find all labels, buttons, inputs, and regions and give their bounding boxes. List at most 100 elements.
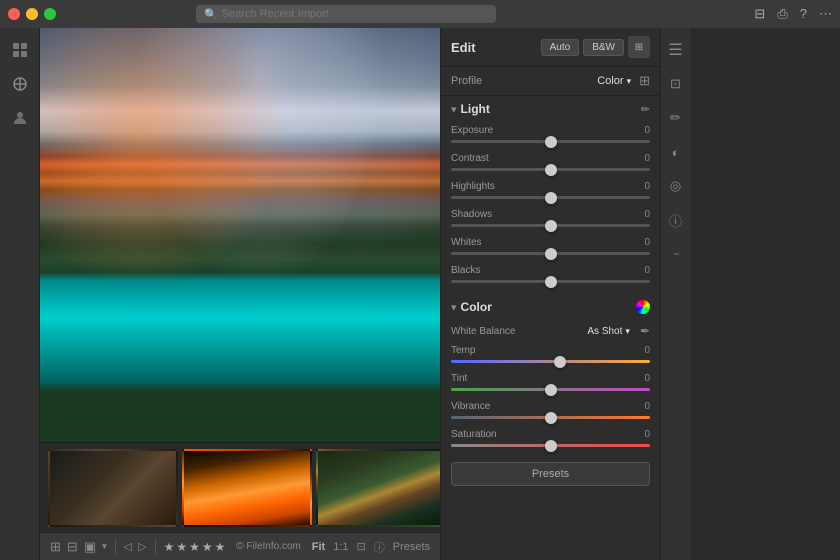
brush-panel-icon[interactable]: ✏ [662, 104, 690, 132]
white-balance-row: White Balance As Shot ▾ ✒ [441, 320, 660, 342]
center-content: ⊞ ⊟ ▣ ▾ ◁ ▷ ★ ★ ★ ★ ★ © FileInfo.com [40, 28, 440, 560]
star-4[interactable]: ★ [202, 540, 213, 554]
view-options-icon[interactable]: ▾ [102, 541, 107, 552]
star-2[interactable]: ★ [176, 540, 187, 554]
profile-value[interactable]: Color ▾ [597, 75, 631, 87]
shadows-slider-row: Shadows0 [441, 206, 660, 234]
blacks-label: Blacks [451, 265, 480, 276]
shadows-value: 0 [644, 209, 650, 220]
exposure-slider-row: Exposure 0 [441, 122, 660, 150]
search-bar[interactable]: 🔍 [196, 5, 496, 23]
settings-panel-icon[interactable]: ☰ [662, 36, 690, 64]
gradient-panel-icon[interactable]: ◐ [662, 138, 690, 166]
copyright: © FileInfo.com [236, 541, 301, 552]
edit-header: Edit Auto B&W ⊞ [441, 28, 660, 67]
left-sidebar [0, 28, 40, 560]
thumbnail-view-icon[interactable]: ⊟ [67, 539, 78, 555]
blacks-slider-row: Blacks 0 [441, 262, 660, 290]
prev-icon[interactable]: ◁ [124, 540, 132, 553]
highlights-thumb[interactable] [545, 192, 557, 204]
fit-label[interactable]: Fit [312, 541, 325, 553]
vibrance-slider-row: Vibrance0 [441, 398, 660, 426]
vibrance-track[interactable] [451, 416, 650, 419]
vibrance-thumb[interactable] [545, 412, 557, 424]
zoom-label[interactable]: 1:1 [333, 541, 348, 553]
auto-button[interactable]: Auto [541, 39, 580, 56]
highlights-label: Highlights [451, 181, 495, 192]
edit-buttons: Auto B&W [541, 39, 624, 56]
blacks-thumb[interactable] [545, 276, 557, 288]
blacks-track[interactable] [451, 280, 650, 283]
info-icon[interactable]: ? [800, 6, 807, 22]
contrast-track[interactable] [451, 168, 650, 171]
whites-slider-row: Whites0 [441, 234, 660, 262]
vibrance-label: Vibrance [451, 401, 490, 412]
color-section-header[interactable]: ▾ Color [441, 294, 660, 320]
saturation-thumb[interactable] [545, 440, 557, 452]
tint-track[interactable] [451, 388, 650, 391]
bw-button[interactable]: B&W [583, 39, 624, 56]
minimize-button[interactable] [26, 8, 38, 20]
temp-thumb[interactable] [554, 356, 566, 368]
collapse-arrow-color: ▾ [451, 301, 457, 314]
tint-thumb[interactable] [545, 384, 557, 396]
filter-icon[interactable]: ⊟ [754, 6, 765, 22]
info-panel-icon[interactable]: ⓘ [662, 206, 690, 234]
temp-track[interactable] [451, 360, 650, 363]
develop-icon[interactable] [6, 70, 34, 98]
temp-value: 0 [644, 345, 650, 356]
blacks-value: 0 [644, 265, 650, 276]
search-input[interactable] [222, 8, 488, 20]
presets-label[interactable]: Presets [393, 541, 430, 553]
info-icon-bottom[interactable]: ⓘ [374, 539, 385, 555]
profile-grid-icon[interactable]: ⊞ [639, 73, 650, 89]
thumbnail-2[interactable] [182, 449, 312, 527]
star-3[interactable]: ★ [189, 540, 200, 554]
highlights-track[interactable] [451, 196, 650, 199]
thumbnail-3[interactable] [316, 449, 440, 527]
right-icon-bar: ☰ ⊡ ✏ ◐ ◎ ⓘ ··· [660, 28, 690, 560]
shadows-track[interactable] [451, 224, 650, 227]
exposure-track[interactable] [451, 140, 650, 143]
contrast-thumb[interactable] [545, 164, 557, 176]
exposure-thumb[interactable] [545, 136, 557, 148]
next-icon[interactable]: ▷ [138, 540, 146, 553]
more-icon[interactable]: ⋯ [819, 6, 832, 22]
profile-label: Profile [451, 75, 597, 87]
contrast-slider-row: Contrast0 [441, 150, 660, 178]
edit-panel: Edit Auto B&W ⊞ Profile Color ▾ ⊞ [441, 28, 660, 560]
library-icon[interactable] [6, 36, 34, 64]
exposure-label: Exposure [451, 125, 493, 136]
light-section-header[interactable]: ▾ Light ✏ [441, 96, 660, 122]
nav-icons: ◁ ▷ [124, 540, 147, 553]
whites-thumb[interactable] [545, 248, 557, 260]
shadows-thumb[interactable] [545, 220, 557, 232]
more-panel-icon[interactable]: ··· [662, 240, 690, 268]
highlights-value: 0 [644, 181, 650, 192]
eyedropper-icon[interactable]: ✒ [640, 324, 650, 338]
whites-track[interactable] [451, 252, 650, 255]
profile-dropdown-icon: ▾ [627, 76, 632, 87]
crop-icon-bottom[interactable]: ⊡ [356, 540, 365, 553]
people-icon[interactable] [6, 104, 34, 132]
presets-button[interactable]: Presets [451, 462, 650, 486]
main-area: ⊞ ⊟ ▣ ▾ ◁ ▷ ★ ★ ★ ★ ★ © FileInfo.com [0, 28, 840, 560]
star-5[interactable]: ★ [215, 540, 226, 554]
single-view-icon[interactable]: ▣ [84, 539, 96, 555]
saturation-track[interactable] [451, 444, 650, 447]
color-circle-icon[interactable] [636, 300, 650, 314]
rating-stars[interactable]: ★ ★ ★ ★ ★ [164, 540, 226, 554]
wb-value[interactable]: As Shot ▾ [587, 326, 630, 337]
close-button[interactable] [8, 8, 20, 20]
thumbnail-1[interactable] [48, 449, 178, 527]
heal-panel-icon[interactable]: ◎ [662, 172, 690, 200]
traffic-lights [8, 8, 56, 20]
grid-view-icon[interactable]: ⊞ [50, 539, 61, 555]
crop-panel-icon[interactable]: ⊡ [662, 70, 690, 98]
grid-toggle-button[interactable]: ⊞ [628, 36, 650, 58]
light-edit-icon[interactable]: ✏ [641, 103, 650, 116]
share-icon[interactable]: ⎙ [777, 6, 787, 22]
star-1[interactable]: ★ [164, 540, 175, 554]
fullscreen-button[interactable] [44, 8, 56, 20]
tint-label: Tint [451, 373, 467, 384]
